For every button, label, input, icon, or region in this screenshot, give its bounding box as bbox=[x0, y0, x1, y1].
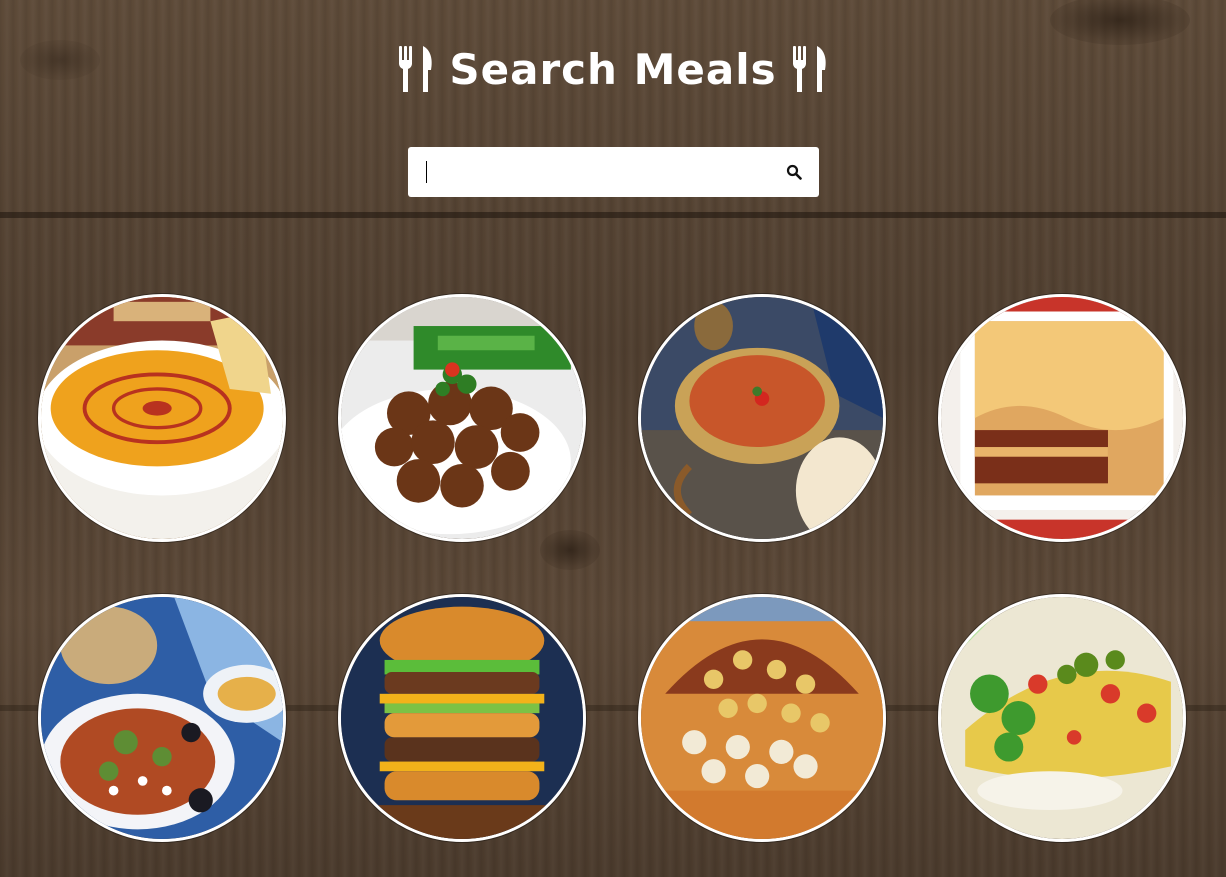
wood-plank-seam bbox=[0, 212, 1226, 218]
meal-card-loaded-nachos[interactable] bbox=[938, 594, 1186, 842]
meal-card-lasagna[interactable] bbox=[938, 294, 1186, 542]
wood-knot bbox=[540, 530, 600, 570]
fork-knife-icon bbox=[399, 46, 433, 92]
page-header: Search Meals bbox=[0, 44, 1226, 94]
meal-card-double-cheeseburger[interactable] bbox=[338, 594, 586, 842]
meal-image bbox=[941, 597, 1183, 839]
search-button[interactable] bbox=[779, 157, 809, 187]
wood-knot bbox=[1050, 0, 1190, 45]
meal-image bbox=[341, 297, 583, 539]
fork-knife-icon bbox=[792, 46, 826, 92]
meal-card-red-soup[interactable] bbox=[638, 294, 886, 542]
meal-card-koshari[interactable] bbox=[638, 594, 886, 842]
meal-image bbox=[341, 597, 583, 839]
meal-image bbox=[641, 297, 883, 539]
search-icon bbox=[786, 164, 802, 180]
meal-card-lentil-soup[interactable] bbox=[38, 294, 286, 542]
search-bar bbox=[408, 147, 819, 197]
meal-image bbox=[641, 597, 883, 839]
search-input[interactable] bbox=[422, 155, 766, 191]
meal-image bbox=[41, 297, 283, 539]
page-title: Search Meals bbox=[449, 44, 777, 94]
meal-card-falafel[interactable] bbox=[338, 294, 586, 542]
meal-image bbox=[941, 297, 1183, 539]
meal-image bbox=[41, 597, 283, 839]
text-caret bbox=[426, 161, 427, 183]
meal-card-vegetable-salad[interactable] bbox=[38, 594, 286, 842]
